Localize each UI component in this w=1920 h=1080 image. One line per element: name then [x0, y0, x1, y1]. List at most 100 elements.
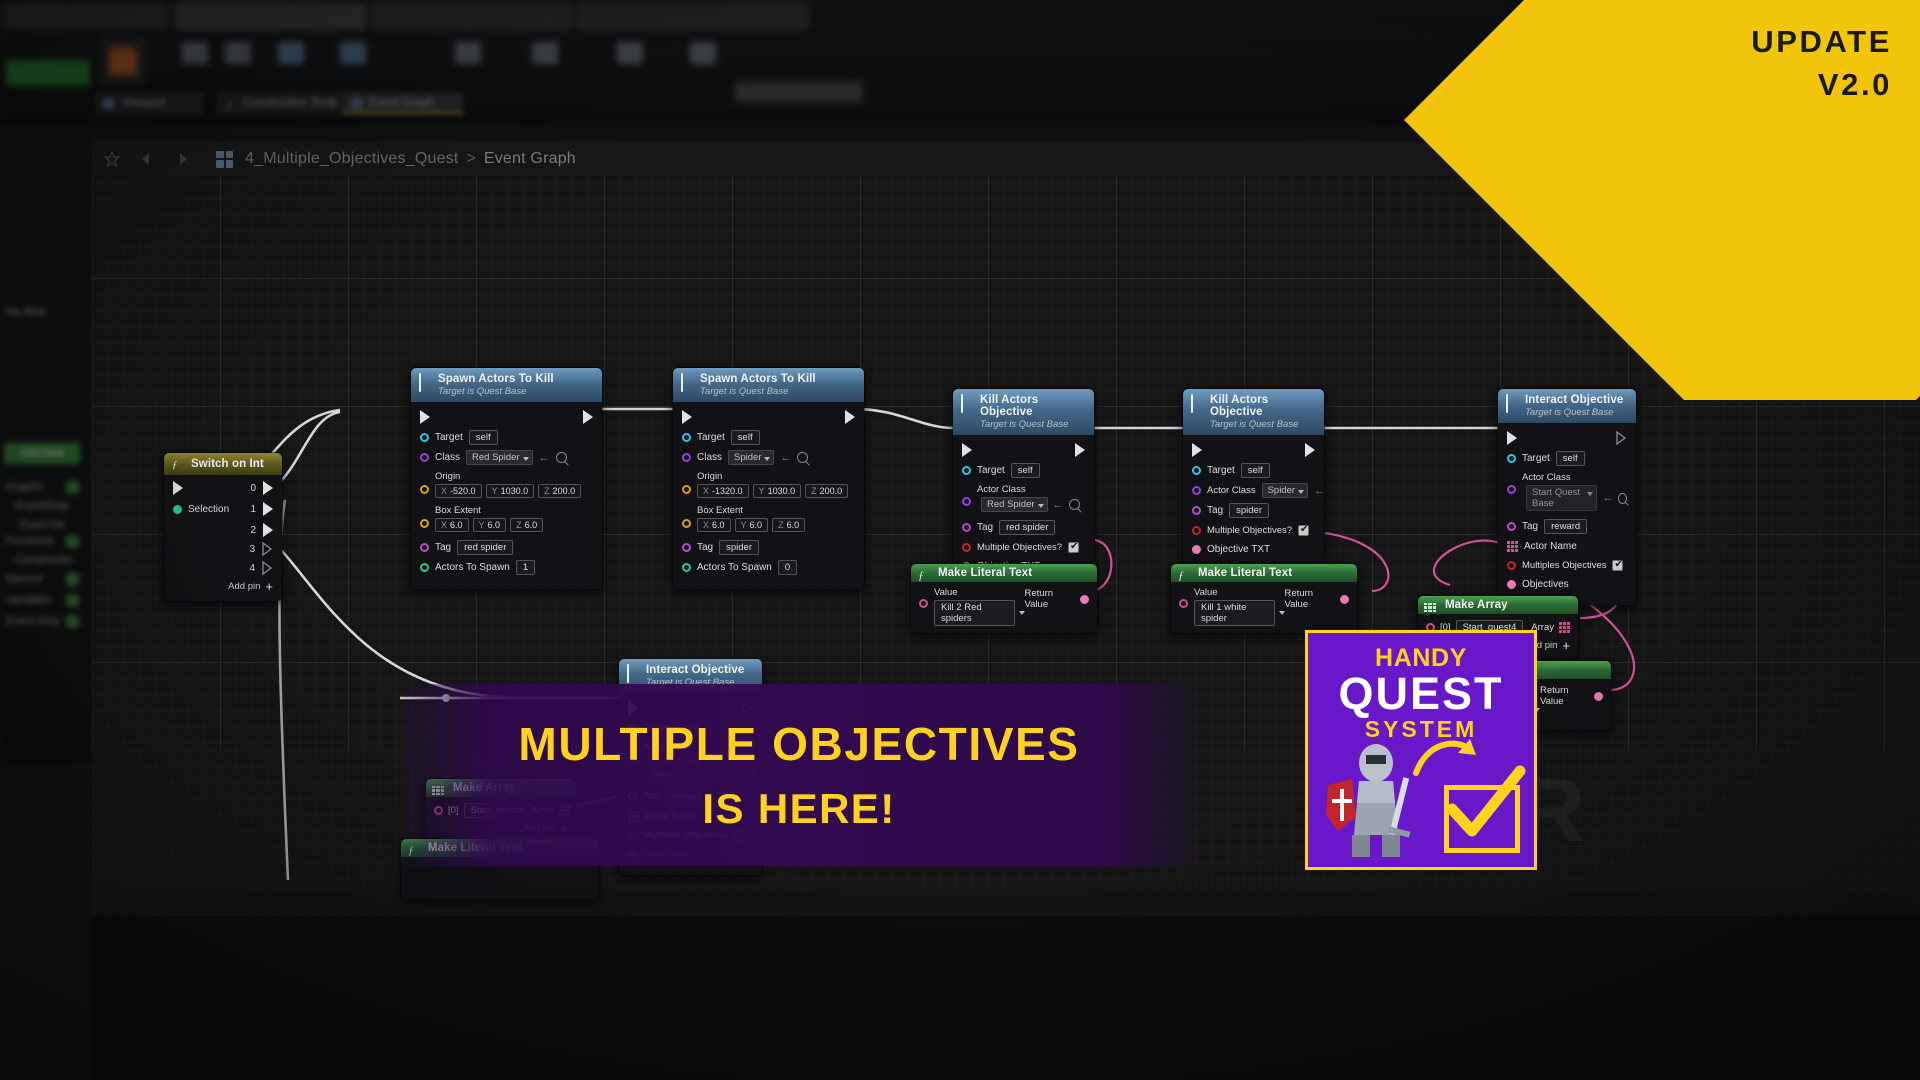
tag-value[interactable]: red spider [457, 540, 514, 555]
breadcrumb-graph-name[interactable]: Event Graph [484, 150, 576, 168]
toolbar-icon-browse[interactable] [182, 42, 208, 64]
browse-asset-icon[interactable] [555, 452, 567, 463]
multiples-objectives-pin[interactable] [1507, 560, 1516, 570]
exec-out-pin-0[interactable] [263, 481, 273, 495]
tag-value[interactable]: spider [719, 540, 759, 555]
window-tab-3[interactable] [372, 4, 572, 30]
browse-asset-icon[interactable] [797, 452, 809, 463]
node-make-literal-text-1[interactable]: ƒ Make Literal Text Value Kill 2 Red spi… [910, 563, 1098, 634]
navigate-forward-icon[interactable] [174, 151, 190, 167]
exec-out-3[interactable]: 3 [173, 541, 273, 557]
exec-out-1[interactable]: 1 [250, 501, 273, 517]
target-value[interactable]: self [1555, 451, 1585, 466]
toolbar-icon-play[interactable] [617, 42, 643, 64]
actor-class-dropdown[interactable]: Spider [1261, 483, 1309, 498]
actor-class-dropdown[interactable]: Red Spider [981, 497, 1048, 512]
use-selected-asset-icon[interactable]: ← [539, 452, 550, 464]
add-function-icon[interactable] [66, 535, 79, 548]
actors-to-spawn-pin[interactable] [420, 563, 429, 572]
box-y[interactable]: Y 6.0 [734, 518, 769, 532]
origin-x[interactable]: X -1320.0 [697, 484, 749, 498]
target-value[interactable]: self [1240, 463, 1270, 478]
box-x[interactable]: X 6.0 [697, 518, 731, 532]
return-value-pin[interactable] [1080, 594, 1089, 604]
target-pin[interactable] [420, 433, 429, 442]
sidebar-item-event-net[interactable]: Event Ne [20, 519, 65, 531]
box-y[interactable]: Y 6.0 [472, 518, 507, 532]
exec-out-4[interactable]: 4 [173, 560, 273, 576]
exec-out-2[interactable]: 2 [173, 522, 273, 538]
add-new-button[interactable]: Add New [4, 443, 80, 464]
exec-in-pin[interactable] [420, 410, 430, 424]
sidebar-item-event-dispatchers[interactable]: Event Disp [6, 615, 59, 627]
exec-out-pin[interactable] [1616, 431, 1627, 445]
tag-pin[interactable] [1507, 522, 1516, 531]
use-selected-asset-icon[interactable]: ← [780, 452, 791, 464]
exec-in-pin[interactable] [682, 410, 692, 424]
exec-out-pin-4[interactable] [262, 561, 273, 575]
add-dispatcher-icon[interactable] [66, 615, 79, 628]
tag-pin[interactable] [962, 523, 971, 532]
exec-in-pin[interactable] [1507, 431, 1517, 445]
value-pin[interactable] [919, 599, 928, 608]
node-make-literal-text-2[interactable]: ƒ Make Literal Text Value Kill 1 white s… [1170, 563, 1358, 634]
toolbar-search-field[interactable] [735, 82, 863, 102]
compile-button[interactable] [6, 60, 90, 86]
exec-out-0[interactable]: 0 [250, 480, 273, 496]
sidebar-item-variables[interactable]: Variables [6, 594, 51, 606]
multiple-objectives-pin[interactable] [962, 542, 971, 552]
actor-name-array-pin[interactable] [1507, 540, 1518, 552]
origin-pin[interactable] [420, 485, 429, 494]
chevron-down-icon[interactable] [1018, 611, 1025, 615]
add-pin-button[interactable]: Add pin + [173, 580, 273, 593]
target-pin[interactable] [682, 433, 691, 442]
target-pin[interactable] [1507, 454, 1516, 463]
tag-pin[interactable] [1192, 506, 1201, 515]
multiple-objectives-checkbox[interactable] [1298, 524, 1310, 536]
origin-x[interactable]: X -520.0 [435, 484, 482, 498]
return-value-pin[interactable] [1594, 691, 1603, 701]
node-switch-on-int[interactable]: ƒ Switch on Int 0 Selection 1 2 3 4 Add … [163, 452, 283, 602]
multiples-objectives-checkbox[interactable] [1612, 559, 1624, 571]
origin-z[interactable]: Z 200.0 [538, 484, 582, 498]
node-spawn-actors-to-kill-1[interactable]: Spawn Actors To Kill Target is Quest Bas… [410, 367, 603, 590]
box-z[interactable]: Z 6.0 [772, 518, 806, 532]
box-z[interactable]: Z 6.0 [510, 518, 544, 532]
sidebar-item-macros[interactable]: Macros [6, 573, 42, 585]
window-tab-2[interactable] [176, 4, 366, 30]
add-graph-icon[interactable] [66, 481, 79, 494]
node-kill-actors-objective-2[interactable]: Kill Actors Objective Target is Quest Ba… [1182, 388, 1325, 571]
window-tab-1[interactable] [6, 4, 166, 30]
node-interact-objective-top[interactable]: Interact Objective Target is Quest Base … [1497, 388, 1637, 606]
node-spawn-actors-to-kill-2[interactable]: Spawn Actors To Kill Target is Quest Bas… [672, 367, 865, 590]
selection-pin[interactable] [173, 504, 182, 514]
sidebar-item-construction[interactable]: Constructio [16, 554, 72, 566]
actor-class-dropdown[interactable]: Start Quest Base [1526, 485, 1598, 511]
browse-asset-icon[interactable] [1618, 492, 1627, 504]
class-pin[interactable] [682, 453, 691, 462]
add-variable-icon[interactable] [66, 594, 79, 607]
sidebar-item-functions[interactable]: Functions [6, 535, 54, 547]
exec-out-pin-1[interactable] [263, 502, 273, 516]
browse-asset-icon[interactable] [1068, 499, 1080, 510]
add-macro-icon[interactable] [66, 573, 79, 586]
objective-txt-pin[interactable] [1192, 544, 1201, 554]
use-selected-asset-icon[interactable]: ← [1053, 499, 1064, 511]
origin-z[interactable]: Z 200.0 [805, 484, 849, 498]
return-value-pin[interactable] [1340, 594, 1349, 604]
sidebar-item-graphs[interactable]: Graphs [6, 481, 42, 493]
toolbar-icon-class-defaults[interactable] [455, 42, 481, 64]
origin-pin[interactable] [682, 485, 691, 494]
actor-class-pin[interactable] [1507, 485, 1516, 494]
actors-to-spawn-value[interactable]: 0 [777, 560, 798, 575]
toolbar-icon-class-settings[interactable] [340, 42, 366, 64]
sidebar-item-eventgraph[interactable]: EventGrap [16, 500, 69, 512]
value-field[interactable]: Kill 2 Red spiders [934, 600, 1015, 626]
exec-out-pin[interactable] [845, 410, 855, 424]
exec-in-pin[interactable] [1192, 443, 1202, 457]
class-dropdown[interactable]: Spider [728, 450, 775, 465]
origin-y[interactable]: Y 1030.0 [752, 484, 802, 498]
toolbar-save-button[interactable] [100, 38, 146, 84]
tag-pin[interactable] [682, 543, 691, 552]
toolbar-icon-step[interactable] [690, 42, 716, 64]
